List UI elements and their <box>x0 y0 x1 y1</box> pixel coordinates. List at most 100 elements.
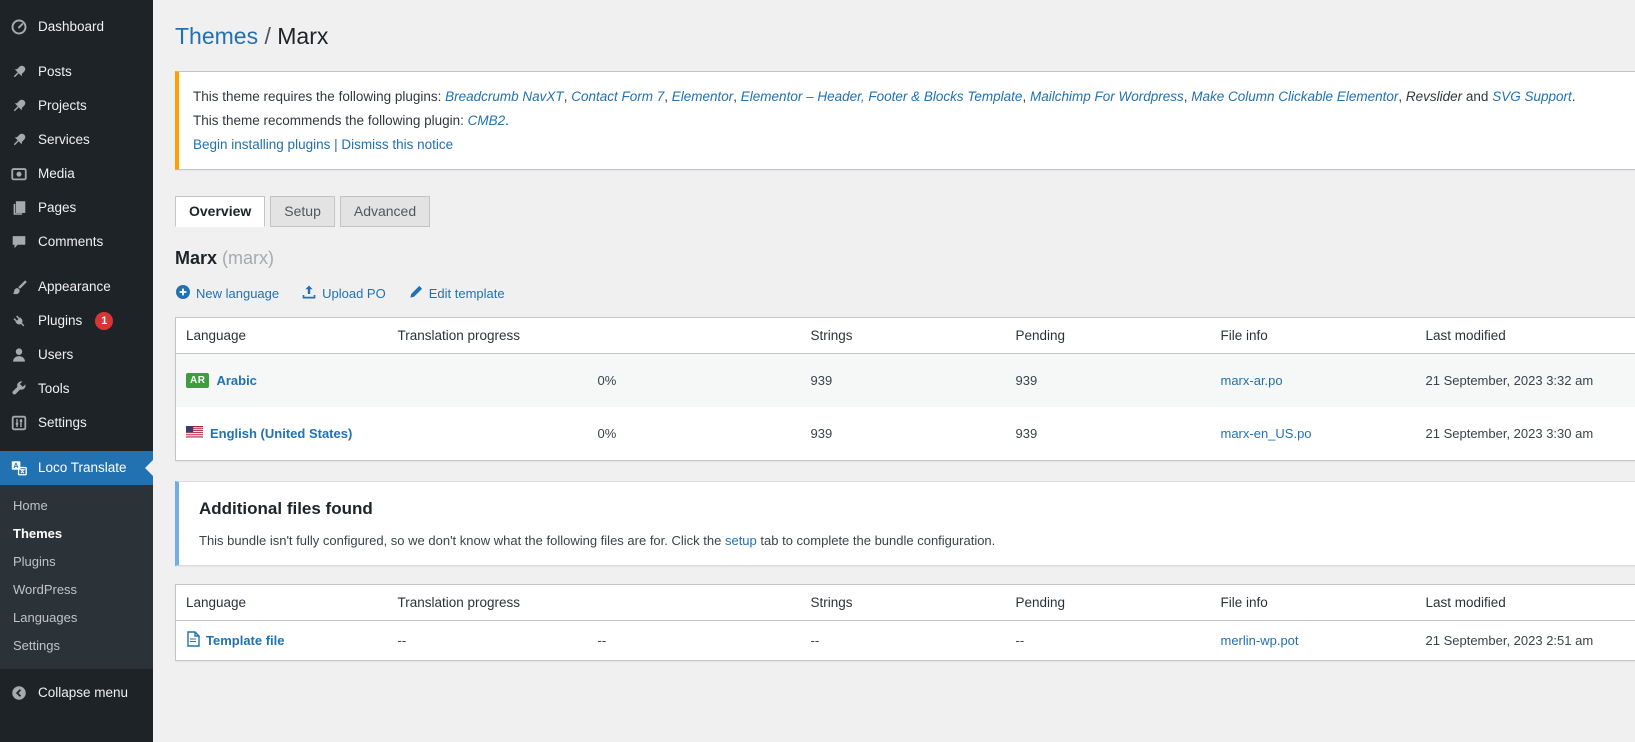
plugin-link[interactable]: SVG Support <box>1492 89 1572 104</box>
breadcrumb-current: Marx <box>277 23 328 49</box>
plugins-icon <box>9 311 29 331</box>
strings-count: 939 <box>801 354 1006 408</box>
sidebar-item-label: Media <box>38 164 75 184</box>
submenu-item-wordpress[interactable]: WordPress <box>0 576 153 604</box>
sidebar-item-label: Comments <box>38 232 103 252</box>
template-files-table: Language Translation progress Strings Pe… <box>175 584 1635 661</box>
breadcrumb: Themes / Marx <box>175 0 1635 59</box>
sidebar-item-appearance[interactable]: Appearance <box>0 270 153 304</box>
additional-files-text-after: tab to complete the bundle configuration… <box>757 533 996 548</box>
language-link-arabic[interactable]: Arabic <box>216 373 256 388</box>
sidebar-item-label: Users <box>38 345 73 365</box>
plugin-link[interactable]: Breadcrumb NavXT <box>445 89 564 104</box>
sidebar-item-label: Projects <box>38 96 87 116</box>
bundle-actions: New language Upload PO Edit template <box>175 284 1635 303</box>
plugin-name-text: Revslider <box>1406 89 1462 104</box>
dismiss-notice-link[interactable]: Dismiss this notice <box>341 137 453 152</box>
required-intro: This theme requires the following plugin… <box>193 89 445 104</box>
setup-tab-link[interactable]: setup <box>725 533 757 548</box>
sidebar-item-loco-translate[interactable]: A Loco Translate <box>0 451 153 485</box>
breadcrumb-themes-link[interactable]: Themes <box>175 23 258 49</box>
appearance-icon <box>9 277 29 297</box>
sidebar-item-services[interactable]: Services <box>0 123 153 157</box>
comments-icon <box>9 232 29 252</box>
file-link-marx-en-us[interactable]: marx-en_US.po <box>1221 426 1312 441</box>
sidebar-item-label: Pages <box>38 198 76 218</box>
template-file-link[interactable]: Template file <box>206 633 285 648</box>
collapse-menu-label: Collapse menu <box>38 683 128 703</box>
media-icon <box>9 164 29 184</box>
users-icon <box>9 345 29 365</box>
edit-template-link[interactable]: Edit template <box>408 284 505 303</box>
last-modified: 21 September, 2023 3:32 am <box>1416 354 1635 408</box>
sidebar-item-media[interactable]: Media <box>0 157 153 191</box>
required-plugin-list: Breadcrumb NavXT, Contact Form 7, Elemen… <box>445 89 1575 104</box>
template-progress: -- <box>388 621 588 661</box>
col-header-language: Language <box>176 318 388 354</box>
plugin-link[interactable]: Contact Form 7 <box>571 89 664 104</box>
plugin-link[interactable]: Elementor <box>672 89 734 104</box>
submenu-item-plugins[interactable]: Plugins <box>0 548 153 576</box>
submenu-item-themes[interactable]: Themes <box>0 520 153 548</box>
template-strings: -- <box>801 621 1006 661</box>
new-language-link[interactable]: New language <box>175 284 279 303</box>
plugin-link[interactable]: Make Column Clickable Elementor <box>1191 89 1398 104</box>
sidebar-item-label: Dashboard <box>38 17 104 37</box>
add-circle-icon <box>175 284 191 303</box>
file-link-merlin-wp-pot[interactable]: merlin-wp.pot <box>1221 633 1299 648</box>
additional-files-text-before: This bundle isn't fully configured, so w… <box>199 533 725 548</box>
submenu-item-settings[interactable]: Settings <box>0 632 153 660</box>
sidebar-item-posts[interactable]: Posts <box>0 55 153 89</box>
required-plugins-text: This theme requires the following plugin… <box>193 88 1635 105</box>
additional-files-notice: Additional files found This bundle isn't… <box>175 481 1635 566</box>
sidebar-item-settings[interactable]: Settings <box>0 406 153 440</box>
tab-overview[interactable]: Overview <box>175 196 265 227</box>
submenu-item-home[interactable]: Home <box>0 492 153 520</box>
notice-actions: Begin installing plugins | Dismiss this … <box>193 136 1635 153</box>
sidebar-item-tools[interactable]: Tools <box>0 372 153 406</box>
progress-percent: 0% <box>588 407 801 461</box>
tab-advanced[interactable]: Advanced <box>340 196 430 227</box>
sidebar-item-label: Plugins <box>38 311 82 331</box>
file-link-marx-ar[interactable]: marx-ar.po <box>1221 373 1283 388</box>
upload-icon <box>301 284 317 303</box>
upload-po-link[interactable]: Upload PO <box>301 284 386 303</box>
plugin-link[interactable]: Mailchimp For Wordpress <box>1030 89 1184 104</box>
additional-files-title: Additional files found <box>199 499 1635 519</box>
tools-icon <box>9 379 29 399</box>
col-header-pending: Pending <box>1006 318 1211 354</box>
begin-installing-plugins-link[interactable]: Begin installing plugins <box>193 137 330 152</box>
table-row-arabic: AR Arabic 0% 939 939 marx-ar.po 21 Septe… <box>176 354 1635 408</box>
notice-links-separator: | <box>330 137 341 152</box>
plugin-link[interactable]: Elementor – Header, Footer & Blocks Temp… <box>741 89 1023 104</box>
language-link-english-us[interactable]: English (United States) <box>210 426 352 441</box>
svg-text:A: A <box>13 461 18 470</box>
settings-icon <box>9 413 29 433</box>
bundle-tabs: Overview Setup Advanced <box>175 196 1635 227</box>
sidebar-item-plugins[interactable]: Plugins 1 <box>0 304 153 338</box>
pushpin-icon <box>9 130 29 150</box>
new-language-label: New language <box>196 286 279 301</box>
col-header-modified: Last modified <box>1416 585 1635 621</box>
sidebar-item-users[interactable]: Users <box>0 338 153 372</box>
upload-po-label: Upload PO <box>322 286 386 301</box>
sidebar-item-comments[interactable]: Comments <box>0 225 153 259</box>
us-flag-icon <box>186 426 203 441</box>
col-header-strings: Strings <box>801 318 1006 354</box>
sidebar-item-projects[interactable]: Projects <box>0 89 153 123</box>
document-icon <box>186 631 200 650</box>
sidebar-item-dashboard[interactable]: Dashboard <box>0 10 153 44</box>
template-percent: -- <box>588 621 801 661</box>
col-header-progress: Translation progress <box>388 318 801 354</box>
bundle-slug: (marx) <box>222 248 274 268</box>
sidebar-item-label: Tools <box>38 379 70 399</box>
plugin-link[interactable]: CMB2 <box>468 113 506 128</box>
tab-setup[interactable]: Setup <box>270 196 335 227</box>
sidebar-item-label: Services <box>38 130 90 150</box>
sidebar-item-pages[interactable]: Pages <box>0 191 153 225</box>
table-row-template-file: Template file -- -- -- -- merlin-wp.pot … <box>176 621 1635 661</box>
collapse-menu-button[interactable]: Collapse menu <box>0 676 153 710</box>
strings-count: 939 <box>801 407 1006 461</box>
progress-percent: 0% <box>588 354 801 408</box>
submenu-item-languages[interactable]: Languages <box>0 604 153 632</box>
